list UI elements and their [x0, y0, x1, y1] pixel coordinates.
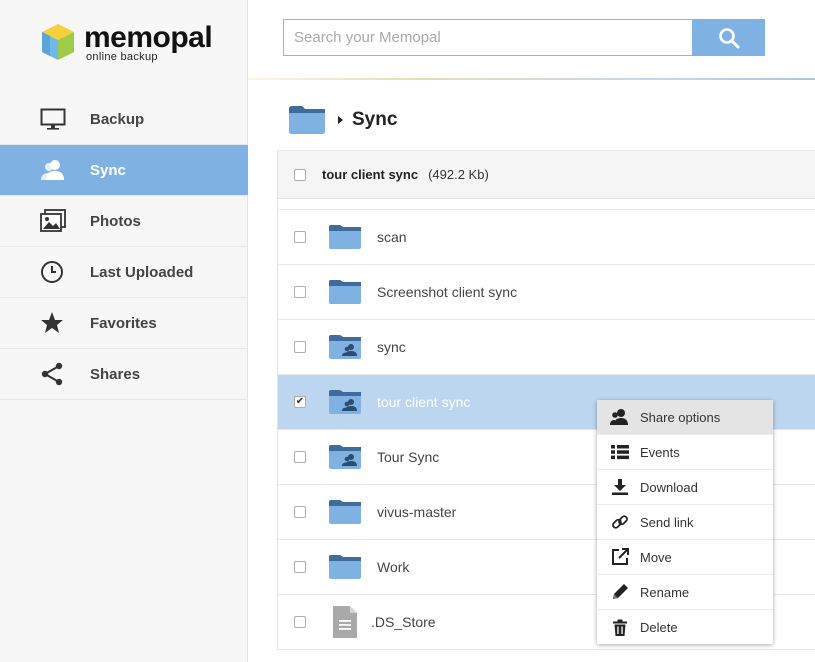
folder-icon	[328, 553, 362, 581]
menu-item-label: Events	[640, 444, 680, 460]
row-checkbox[interactable]	[294, 286, 306, 298]
row-checkbox[interactable]	[294, 341, 306, 353]
menu-item-share-options[interactable]: Share options	[597, 400, 773, 435]
context-menu: Share options Events Download Send link …	[597, 400, 773, 644]
row-checkbox[interactable]	[294, 231, 306, 243]
sidebar-item-last-uploaded[interactable]: Last Uploaded	[0, 247, 248, 298]
selected-folder-name: tour client sync	[322, 167, 419, 182]
menu-item-label: Send link	[640, 514, 694, 530]
row-checkbox[interactable]	[294, 561, 306, 573]
table-row[interactable]: sync	[278, 320, 815, 375]
menu-item-download[interactable]: Download	[597, 470, 773, 505]
monitor-icon	[40, 108, 78, 130]
clock-icon	[40, 260, 78, 284]
search-icon	[718, 27, 739, 48]
list-header: tour client sync (492.2 Kb)	[278, 150, 815, 199]
breadcrumb-caret-icon	[338, 116, 343, 124]
row-name: .DS_Store	[371, 614, 436, 630]
sidebar: memopal online backup Backup Sync Photos	[0, 0, 248, 662]
sidebar-item-label: Last Uploaded	[90, 263, 194, 281]
user-sync-icon	[40, 159, 78, 181]
shared-folder-icon	[328, 388, 362, 416]
logo-title: memopal	[84, 21, 213, 54]
search-input[interactable]	[283, 19, 693, 56]
file-icon	[328, 606, 362, 638]
menu-item-events[interactable]: Events	[597, 435, 773, 470]
link-icon	[610, 513, 630, 531]
breadcrumb: Sync	[288, 104, 397, 136]
sidebar-item-backup[interactable]: Backup	[0, 94, 248, 145]
share-options-icon	[610, 408, 630, 426]
folder-icon	[328, 278, 362, 306]
menu-item-send-link[interactable]: Send link	[597, 505, 773, 540]
shared-folder-icon	[328, 333, 362, 361]
sidebar-item-label: Backup	[90, 110, 145, 128]
row-name: scan	[377, 229, 407, 245]
sidebar-item-shares[interactable]: Shares	[0, 349, 248, 400]
row-checkbox[interactable]	[294, 616, 306, 628]
pencil-icon	[610, 583, 630, 601]
menu-item-label: Share options	[640, 409, 721, 425]
list-spacer	[278, 199, 815, 210]
selected-folder-size: (492.2 Kb)	[428, 167, 489, 182]
table-row[interactable]: Screenshot client sync	[278, 265, 815, 320]
select-all-checkbox[interactable]	[294, 168, 306, 181]
row-checkbox[interactable]	[294, 451, 306, 463]
sidebar-item-label: Photos	[90, 212, 141, 230]
row-name: Work	[377, 559, 410, 575]
menu-item-rename[interactable]: Rename	[597, 575, 773, 610]
menu-item-label: Rename	[640, 584, 690, 600]
folder-icon	[328, 498, 362, 526]
row-checkbox-checked[interactable]: ✔	[294, 396, 306, 408]
header-divider	[248, 78, 815, 80]
trash-icon	[610, 619, 630, 637]
photos-icon	[40, 209, 78, 233]
folder-icon[interactable]	[288, 105, 326, 135]
search-bar	[283, 19, 765, 56]
table-row[interactable]: scan	[278, 210, 815, 265]
folder-icon	[328, 223, 362, 251]
search-button[interactable]	[692, 19, 765, 56]
row-name: vivus-master	[377, 504, 457, 520]
menu-item-label: Delete	[640, 620, 678, 635]
row-checkbox[interactable]	[294, 506, 306, 518]
menu-item-delete[interactable]: Delete	[597, 610, 773, 645]
sidebar-item-label: Favorites	[90, 314, 157, 332]
logo-tagline: online backup	[86, 51, 158, 63]
row-name: tour client sync	[377, 394, 471, 410]
sidebar-item-favorites[interactable]: Favorites	[0, 298, 248, 349]
download-icon	[610, 478, 630, 496]
events-list-icon	[610, 444, 630, 460]
memopal-logo[interactable]: memopal online backup	[40, 21, 213, 66]
sidebar-item-sync[interactable]: Sync	[0, 145, 248, 196]
row-name: Tour Sync	[377, 449, 440, 465]
share-icon	[40, 362, 78, 386]
menu-item-label: Move	[640, 549, 672, 565]
star-icon	[40, 311, 78, 335]
sidebar-nav: Backup Sync Photos Last Uploaded Favorit…	[0, 94, 248, 400]
menu-item-label: Download	[640, 479, 698, 495]
sidebar-item-photos[interactable]: Photos	[0, 196, 248, 247]
breadcrumb-current[interactable]: Sync	[352, 109, 397, 131]
row-name: sync	[377, 339, 406, 355]
row-name: Screenshot client sync	[377, 284, 518, 300]
cube-logo-icon	[42, 24, 74, 60]
sidebar-item-label: Shares	[90, 365, 141, 383]
move-icon	[610, 548, 630, 566]
shared-folder-icon	[328, 443, 362, 471]
menu-item-move[interactable]: Move	[597, 540, 773, 575]
sidebar-item-label: Sync	[90, 161, 126, 179]
